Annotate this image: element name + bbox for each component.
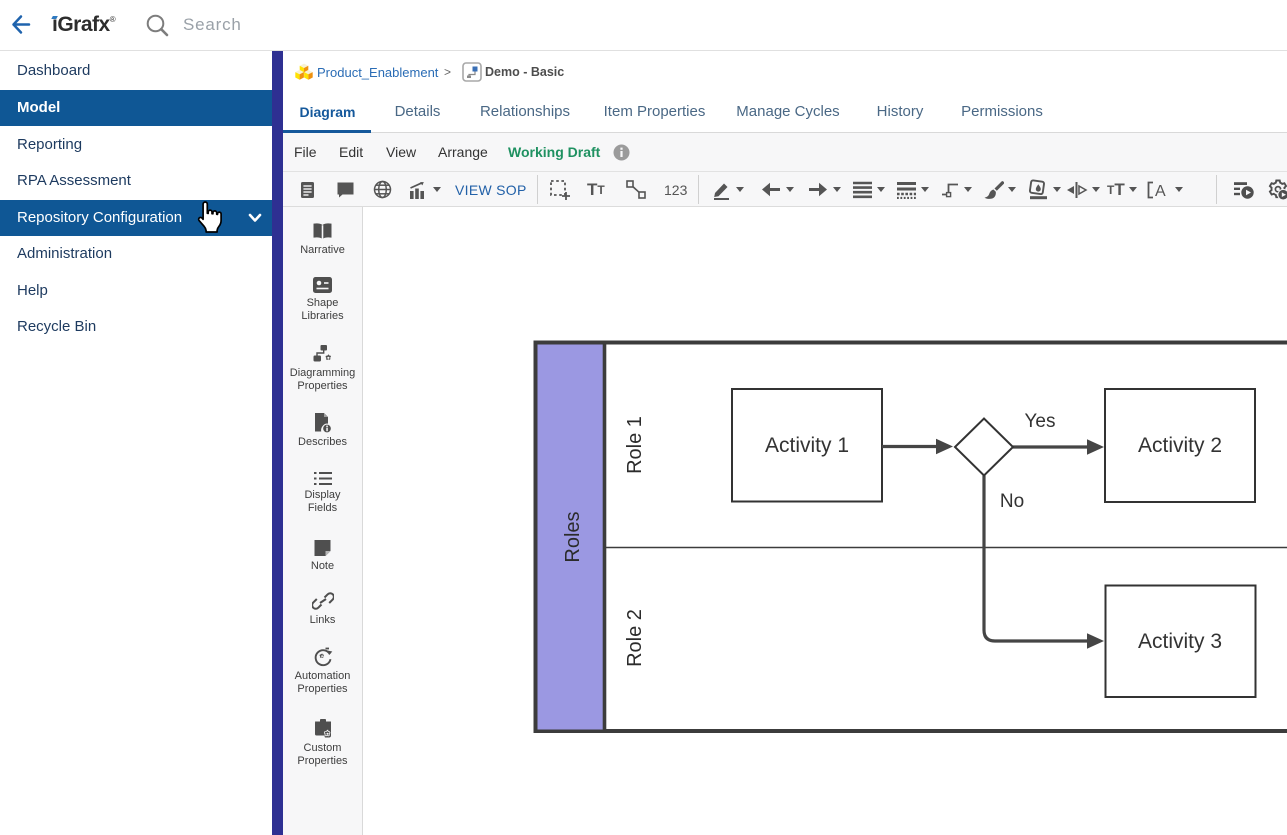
svg-text:No: No bbox=[1000, 491, 1024, 512]
svg-text:Activity 3: Activity 3 bbox=[1138, 630, 1222, 653]
svg-text:A: A bbox=[1155, 183, 1166, 199]
svg-text:Role 1: Role 1 bbox=[624, 416, 646, 474]
svg-text:Role 2: Role 2 bbox=[624, 609, 646, 667]
svg-text:Yes: Yes bbox=[1025, 411, 1056, 432]
svg-text:Activity 2: Activity 2 bbox=[1138, 434, 1222, 457]
svg-text:Roles: Roles bbox=[562, 511, 584, 562]
svg-text:Activity 1: Activity 1 bbox=[765, 434, 849, 457]
